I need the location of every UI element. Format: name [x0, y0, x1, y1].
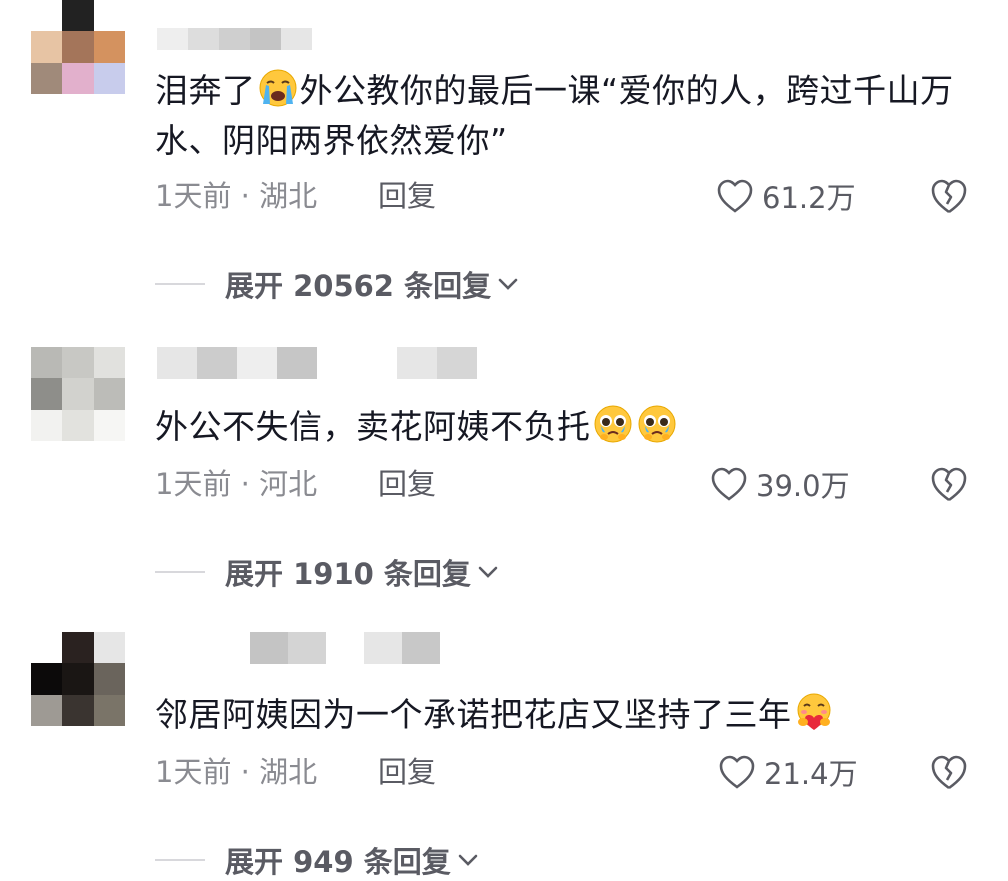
- username-mosaic-block: [397, 347, 437, 379]
- crying-face-emoji: [259, 69, 296, 107]
- avatar-mosaic-block: [93, 694, 125, 726]
- pleading-tears-emoji: [594, 405, 631, 443]
- avatar-mosaic-block: [31, 632, 63, 664]
- hugging-heart-emoji: [797, 693, 830, 730]
- username-mosaic-block: [357, 347, 397, 379]
- divider-line: [155, 283, 205, 285]
- avatar-mosaic-block: [62, 663, 94, 695]
- username-blurred[interactable]: [250, 632, 440, 664]
- username-mosaic-block: [250, 28, 281, 50]
- broken-heart-icon[interactable]: [929, 752, 969, 792]
- avatar-mosaic-block: [31, 663, 63, 695]
- expand-replies-label: 展开 20562 条回复: [225, 269, 492, 303]
- avatar-mosaic-block: [93, 632, 125, 664]
- avatar-mosaic-block: [93, 62, 125, 94]
- avatar-mosaic-block: [93, 347, 125, 379]
- avatar-mosaic-block: [62, 409, 94, 441]
- username-mosaic-block: [402, 632, 440, 664]
- username-mosaic-block: [281, 28, 312, 50]
- like-button[interactable]: 21.4万: [718, 750, 858, 794]
- pleading-tears-emoji: [638, 405, 675, 443]
- username-mosaic-block: [250, 632, 288, 664]
- avatar-mosaic-block: [31, 62, 63, 94]
- avatar[interactable]: [31, 632, 125, 726]
- heart-outline-icon: [719, 755, 755, 789]
- comment-text: 外公不失信，卖花阿姨不负托: [155, 402, 955, 452]
- avatar-mosaic-block: [62, 378, 94, 410]
- username-mosaic-block: [157, 28, 188, 50]
- avatar-mosaic-block: [62, 62, 94, 94]
- comment-time-location: 1天前 · 湖北: [155, 179, 318, 213]
- expand-replies-button[interactable]: 展开 949 条回复: [155, 840, 479, 880]
- username-mosaic-block: [326, 632, 364, 664]
- reply-button[interactable]: 回复: [378, 464, 436, 504]
- username-mosaic-block: [188, 28, 219, 50]
- avatar-mosaic-block: [31, 347, 63, 379]
- divider-line: [155, 571, 205, 573]
- username-mosaic-block: [157, 347, 197, 379]
- comment-text-main: 邻居阿姨因为一个承诺把花店又坚持了三年: [155, 695, 792, 734]
- username-mosaic-block: [317, 347, 357, 379]
- like-count: 61.2万: [762, 181, 856, 215]
- comment-time-location: 1天前 · 河北: [155, 467, 318, 501]
- username-mosaic-block: [437, 347, 477, 379]
- avatar-mosaic-block: [31, 409, 63, 441]
- avatar[interactable]: [31, 0, 125, 94]
- heart-outline-icon: [711, 467, 747, 501]
- expand-replies-button[interactable]: 展开 1910 条回复: [155, 552, 499, 592]
- like-count: 39.0万: [756, 469, 850, 503]
- like-button[interactable]: 61.2万: [716, 174, 856, 218]
- avatar-mosaic-block: [31, 694, 63, 726]
- chevron-down-icon: [458, 854, 478, 866]
- expand-replies-label: 展开 949 条回复: [225, 845, 451, 879]
- username-mosaic-block: [364, 632, 402, 664]
- avatar[interactable]: [31, 347, 125, 441]
- expand-replies-button[interactable]: 展开 20562 条回复: [155, 264, 519, 304]
- chevron-down-icon: [498, 278, 518, 290]
- avatar-mosaic-block: [62, 31, 94, 63]
- like-count: 21.4万: [764, 757, 858, 791]
- username-mosaic-block: [288, 632, 326, 664]
- comment-text-main: 外公不失信，卖花阿姨不负托: [155, 407, 591, 446]
- avatar-mosaic-block: [62, 0, 94, 32]
- avatar-mosaic-block: [62, 632, 94, 664]
- avatar-mosaic-block: [93, 409, 125, 441]
- username-mosaic-block: [219, 28, 250, 50]
- avatar-mosaic-block: [93, 378, 125, 410]
- heart-outline-icon: [717, 179, 753, 213]
- avatar-mosaic-block: [93, 663, 125, 695]
- avatar-mosaic-block: [62, 347, 94, 379]
- username-mosaic-block: [237, 347, 277, 379]
- divider-line: [155, 859, 205, 861]
- comment-text: 邻居阿姨因为一个承诺把花店又坚持了三年: [155, 690, 955, 740]
- avatar-mosaic-block: [31, 0, 63, 32]
- expand-replies-label: 展开 1910 条回复: [225, 557, 471, 591]
- username-blurred[interactable]: [157, 28, 312, 50]
- avatar-mosaic-block: [31, 31, 63, 63]
- broken-heart-icon[interactable]: [929, 176, 969, 216]
- username-mosaic-block: [277, 347, 317, 379]
- chevron-down-icon: [478, 566, 498, 578]
- avatar-mosaic-block: [62, 694, 94, 726]
- avatar-mosaic-block: [93, 0, 125, 32]
- broken-heart-icon[interactable]: [929, 464, 969, 504]
- avatar-mosaic-block: [31, 378, 63, 410]
- like-button[interactable]: 39.0万: [710, 462, 850, 506]
- reply-button[interactable]: 回复: [378, 752, 436, 792]
- avatar-mosaic-block: [93, 31, 125, 63]
- username-blurred[interactable]: [157, 347, 477, 379]
- username-mosaic-block: [197, 347, 237, 379]
- comment-text: 泪奔了 外公教你的最后一课“爱你的人，跨过千山万水、阴阳两界依然爱你”: [155, 66, 955, 166]
- comment-text-before: 泪奔了: [155, 71, 256, 110]
- comment-time-location: 1天前 · 湖北: [155, 755, 318, 789]
- reply-button[interactable]: 回复: [378, 176, 436, 216]
